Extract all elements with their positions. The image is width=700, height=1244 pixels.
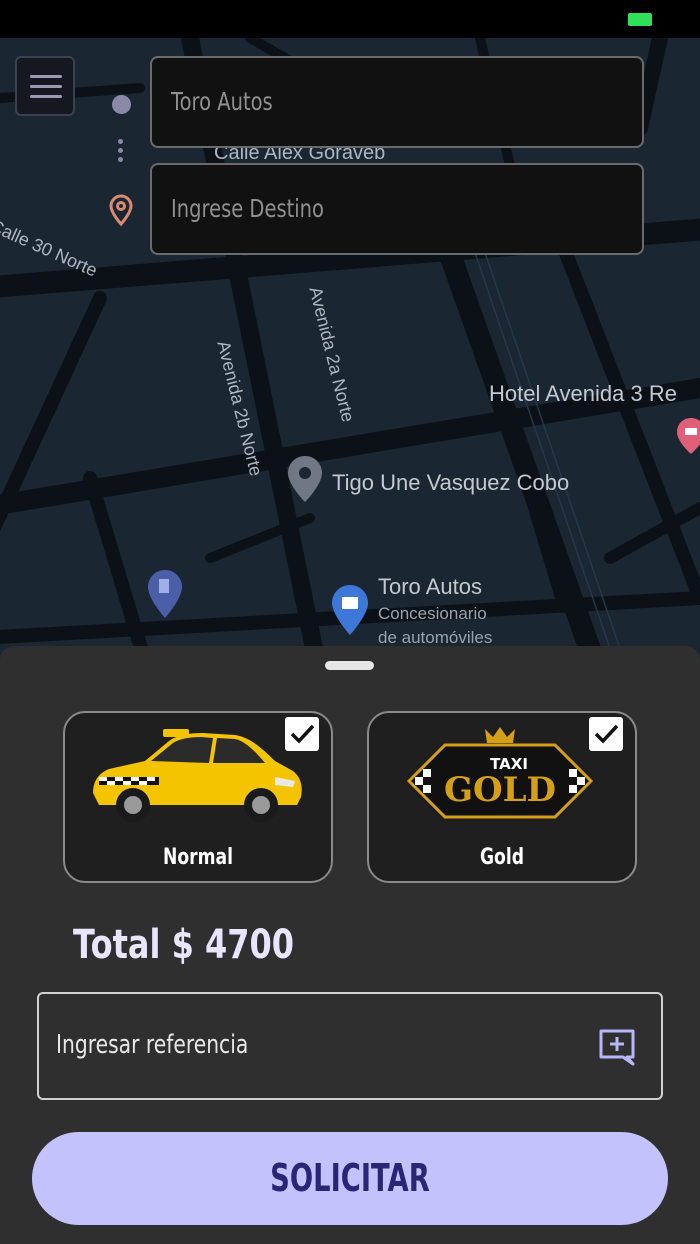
- hamburger-icon-bar: [30, 95, 62, 98]
- place-subtitle: Concesionario: [378, 604, 487, 623]
- reference-input[interactable]: Ingresar referencia: [37, 992, 663, 1100]
- destination-input[interactable]: Ingrese Destino: [150, 163, 644, 255]
- place-label-tigo[interactable]: Tigo Une Vasquez Cobo: [332, 470, 569, 496]
- gas-station-pin-icon[interactable]: [146, 568, 184, 620]
- bottom-sheet: Normal TAXI GOLD Gold Total $ 4700 Ingre…: [0, 646, 700, 1244]
- sheet-drag-handle[interactable]: [325, 661, 374, 670]
- battery-icon: [628, 13, 652, 26]
- add-comment-icon[interactable]: [597, 1027, 637, 1067]
- destination-pin-icon: [109, 194, 133, 227]
- place-label-hotel[interactable]: Hotel Avenida 3 Re: [489, 381, 677, 407]
- reference-placeholder: Ingresar referencia: [56, 1030, 249, 1060]
- logo-text-bottom: GOLD: [444, 770, 556, 810]
- taxi-gold-logo: TAXI GOLD: [406, 727, 594, 819]
- origin-value: Toro Autos: [171, 87, 273, 116]
- vehicle-checkbox[interactable]: [589, 717, 623, 751]
- checkmark-icon: [290, 724, 315, 744]
- menu-button[interactable]: [15, 56, 75, 116]
- request-button-label: SOLICITAR: [270, 1156, 430, 1200]
- vehicle-checkbox[interactable]: [285, 717, 319, 751]
- destination-placeholder: Ingrese Destino: [171, 194, 324, 223]
- shopping-pin-icon[interactable]: [330, 583, 370, 637]
- vehicle-option-normal[interactable]: Normal: [63, 711, 333, 883]
- hamburger-icon: [30, 75, 62, 78]
- location-pin-icon[interactable]: [286, 454, 324, 504]
- vehicle-label: Gold: [479, 845, 525, 870]
- vehicle-option-gold[interactable]: TAXI GOLD Gold: [367, 711, 637, 883]
- origin-dot-icon: [112, 95, 131, 114]
- taxi-car-image: [93, 729, 302, 822]
- hotel-pin-icon[interactable]: [675, 416, 700, 456]
- checkmark-icon: [594, 724, 619, 744]
- total-price: Total $ 4700: [73, 922, 295, 968]
- status-bar: [0, 0, 700, 38]
- route-connector-icon: [118, 139, 124, 166]
- request-button[interactable]: SOLICITAR: [32, 1132, 668, 1225]
- vehicle-label: Normal: [163, 845, 233, 870]
- place-label-toro[interactable]: Toro Autos: [378, 574, 482, 600]
- origin-input[interactable]: Toro Autos: [150, 56, 644, 148]
- place-subtitle: de automóviles: [378, 628, 493, 647]
- hamburger-icon-bar: [30, 85, 62, 88]
